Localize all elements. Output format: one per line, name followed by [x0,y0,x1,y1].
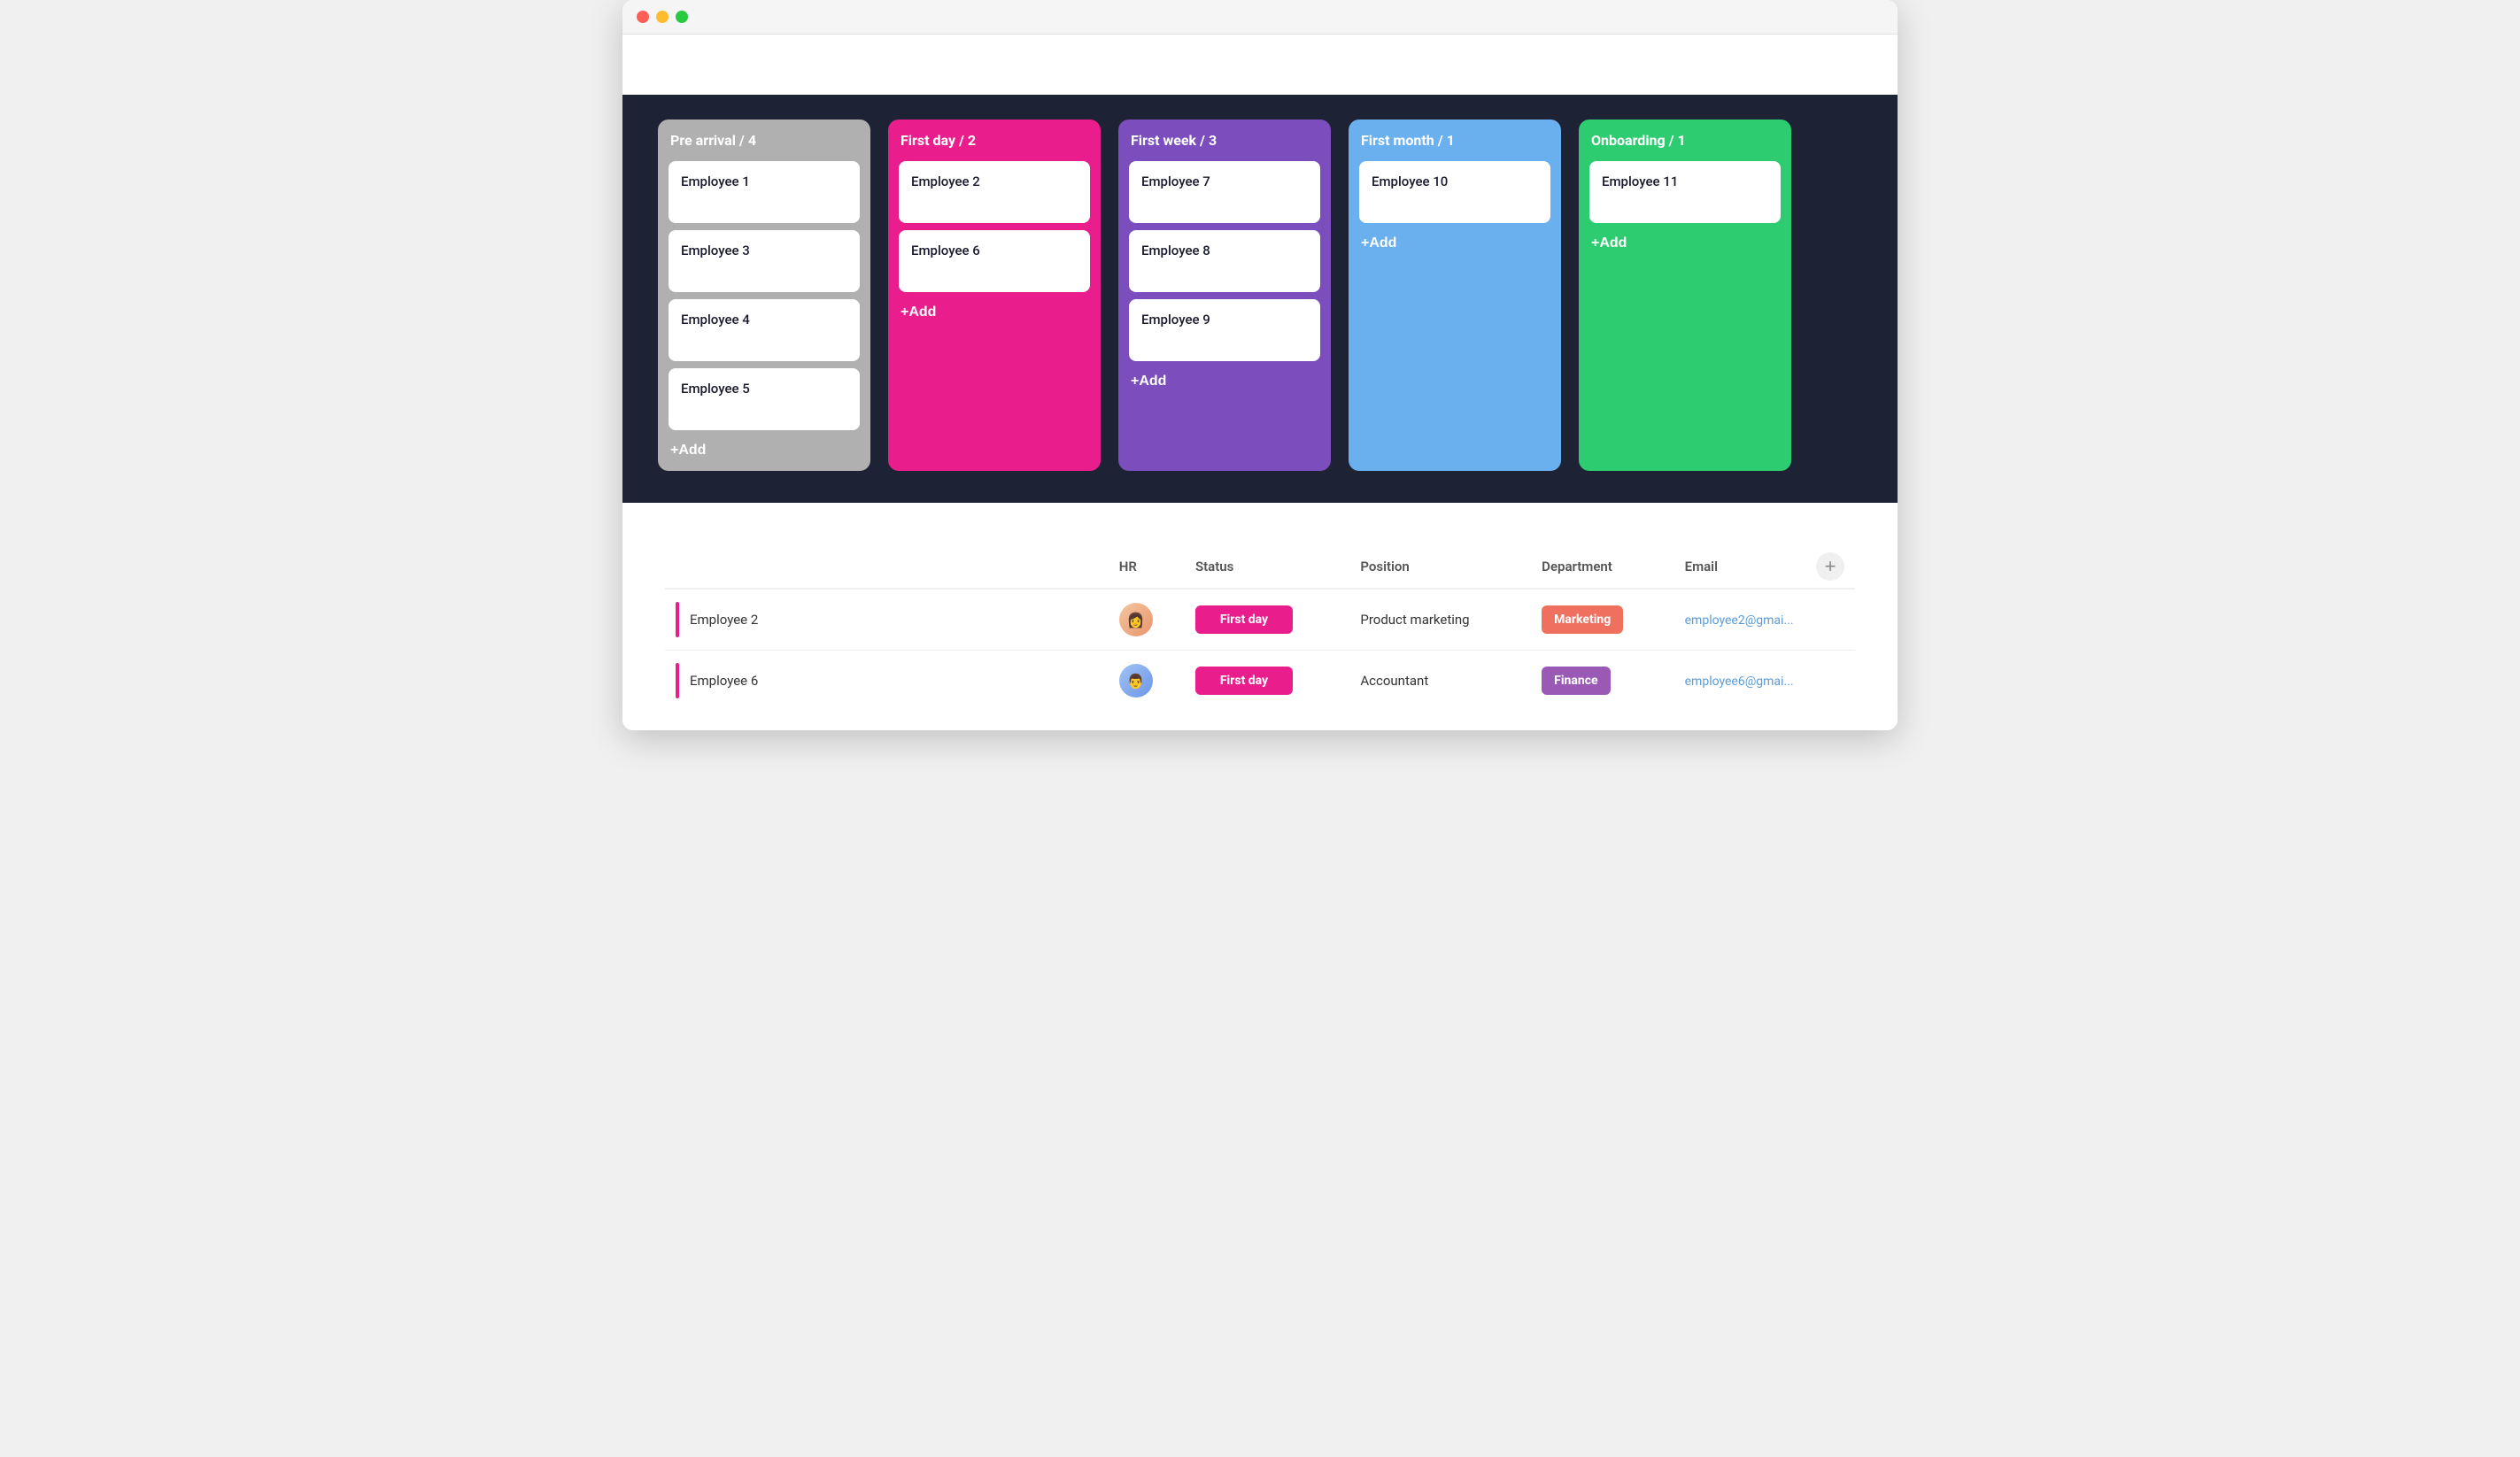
employee-name-text: Employee 2 [690,612,758,628]
col-email-header: Email + [1674,545,1855,589]
status-badge-emp6: First day [1195,667,1293,695]
card-emp4[interactable]: Employee 4 [669,299,860,361]
department-cell-emp6: Finance [1531,651,1674,706]
dept-badge-emp6: Finance [1542,667,1610,695]
card-emp11[interactable]: Employee 11 [1589,161,1781,223]
add-column-button[interactable]: + [1816,552,1844,581]
dept-badge-emp2: Marketing [1542,605,1623,634]
email-link-emp2[interactable]: employee2@gmai... [1685,613,1794,628]
column-title-onboarding: Onboarding / 1 [1589,132,1781,149]
table-section: HR Status Position Department Email + Em [622,503,1898,730]
col-status: Status [1185,545,1349,589]
col-department: Department [1531,545,1674,589]
card-emp3[interactable]: Employee 3 [669,230,860,292]
table-row: Employee 6 👨 First day Accountant Finance em… [665,651,1855,706]
position-cell-emp6: Accountant [1349,651,1531,706]
department-cell-emp2: Marketing [1531,589,1674,651]
card-emp5[interactable]: Employee 5 [669,368,860,430]
kanban-column-pre-arrival: Pre arrival / 4 Employee 1 Employee 3 Emplo… [658,119,870,471]
page-header [622,35,1898,95]
add-card-button-pre-arrival[interactable]: +Add [669,439,860,462]
table-header-row: HR Status Position Department Email + [665,545,1855,589]
employees-table: HR Status Position Department Email + Em [665,545,1855,705]
kanban-column-first-week: First week / 3 Employee 7 Employee 8 Employ… [1118,119,1331,471]
add-card-button-first-day[interactable]: +Add [899,301,1090,324]
email-cell-emp2: employee2@gmai... [1674,589,1855,651]
kanban-board: Pre arrival / 4 Employee 1 Employee 3 Emplo… [622,95,1898,503]
app-window: Pre arrival / 4 Employee 1 Employee 3 Emplo… [622,0,1898,730]
employee-name-emp2[interactable]: Employee 2 [665,589,1109,651]
avatar-cell-emp2: 👩 [1109,589,1185,651]
column-title-first-day: First day / 2 [899,132,1090,149]
row-accent [676,663,679,698]
avatar-emp2: 👩 [1119,603,1153,636]
kanban-column-onboarding: Onboarding / 1 Employee 11 +Add [1579,119,1791,471]
avatar-emp6: 👨 [1119,664,1153,698]
more-options-button[interactable] [1841,63,1855,70]
close-button[interactable] [637,11,649,23]
title-bar [622,0,1898,35]
column-title-first-month: First month / 1 [1359,132,1550,149]
col-name [665,545,1109,589]
employee-name-emp6[interactable]: Employee 6 [665,651,1109,706]
employee-name-text: Employee 6 [690,673,758,689]
card-emp7[interactable]: Employee 7 [1129,161,1320,223]
card-emp9[interactable]: Employee 9 [1129,299,1320,361]
kanban-column-first-day: First day / 2 Employee 2 Employee 6 +Add [888,119,1101,471]
maximize-button[interactable] [676,11,688,23]
add-card-button-first-month[interactable]: +Add [1359,232,1550,255]
minimize-button[interactable] [656,11,669,23]
column-title-pre-arrival: Pre arrival / 4 [669,132,860,149]
card-emp2[interactable]: Employee 2 [899,161,1090,223]
avatar-cell-emp6: 👨 [1109,651,1185,706]
table-row: Employee 2 👩 First day Product marketing Ma… [665,589,1855,651]
add-card-button-first-week[interactable]: +Add [1129,370,1320,393]
status-badge-emp2: First day [1195,605,1293,634]
position-cell-emp2: Product marketing [1349,589,1531,651]
card-emp10[interactable]: Employee 10 [1359,161,1550,223]
email-cell-emp6: employee6@gmai... [1674,651,1855,706]
add-card-button-onboarding[interactable]: +Add [1589,232,1781,255]
card-emp1[interactable]: Employee 1 [669,161,860,223]
email-link-emp6[interactable]: employee6@gmai... [1685,675,1794,689]
kanban-column-first-month: First month / 1 Employee 10 +Add [1349,119,1561,471]
col-hr: HR [1109,545,1185,589]
card-emp8[interactable]: Employee 8 [1129,230,1320,292]
status-cell-emp2: First day [1185,589,1349,651]
row-accent [676,602,679,637]
status-cell-emp6: First day [1185,651,1349,706]
column-title-first-week: First week / 3 [1129,132,1320,149]
card-emp6[interactable]: Employee 6 [899,230,1090,292]
col-position: Position [1349,545,1531,589]
